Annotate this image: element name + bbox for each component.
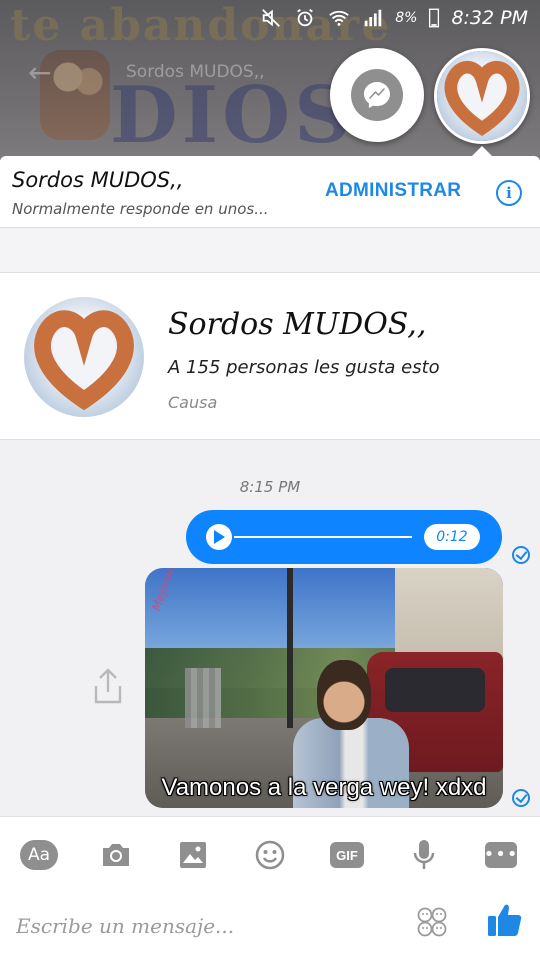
stickers-button[interactable] xyxy=(250,837,290,873)
audio-progress-track[interactable] xyxy=(234,536,412,538)
image-message-bubble[interactable]: Mejorando Vamonos a la verga wey! xdxd xyxy=(145,568,503,808)
delivered-check-icon xyxy=(512,789,530,807)
play-icon[interactable] xyxy=(206,524,232,550)
chat-header: Sordos MUDOS,, Normalmente responde en u… xyxy=(0,156,540,228)
mute-icon xyxy=(262,9,281,27)
gallery-button[interactable] xyxy=(173,837,213,873)
page-info-card: Sordos MUDOS,, A 155 personas les gusta … xyxy=(0,272,540,440)
page-category: Causa xyxy=(168,393,218,412)
gif-button[interactable]: GIF xyxy=(327,837,367,873)
conversation-top-spacer xyxy=(0,228,540,272)
alarm-icon xyxy=(297,8,314,27)
messenger-chathead[interactable] xyxy=(330,48,424,142)
wallpaper-blur-title: Sordos MUDOS,, xyxy=(126,62,265,82)
gif-icon: GIF xyxy=(330,842,364,868)
photo-pole xyxy=(287,568,293,728)
page-likes: A 155 personas les gusta esto xyxy=(168,357,440,378)
text-format-button[interactable]: Aa xyxy=(19,837,59,873)
share-icon[interactable] xyxy=(92,668,124,706)
delivered-check-icon xyxy=(512,546,530,564)
photo-pixelated-patch xyxy=(185,668,221,728)
page-name: Sordos MUDOS,, xyxy=(168,307,427,342)
chat-title[interactable]: Sordos MUDOS,, xyxy=(12,168,183,192)
message-composer xyxy=(0,892,540,960)
status-bar: 8% 8:32 PM xyxy=(240,0,540,36)
wifi-icon xyxy=(329,10,349,26)
contact-chathead-avatar[interactable] xyxy=(434,48,530,144)
back-arrow-icon: ← xyxy=(28,56,52,89)
message-timestamp: 8:15 PM xyxy=(239,478,301,496)
heart-hands-image xyxy=(24,297,144,417)
message-input[interactable] xyxy=(16,906,396,946)
wallpaper-dios-text: DIOS xyxy=(110,70,355,160)
camera-button[interactable] xyxy=(96,837,136,873)
voice-button[interactable] xyxy=(404,837,444,873)
composer-toolbar: Aa GIF ••• xyxy=(0,816,540,892)
more-button[interactable]: ••• xyxy=(481,837,521,873)
smiley-icon xyxy=(255,840,285,870)
info-icon[interactable]: i xyxy=(496,180,522,206)
page-avatar[interactable] xyxy=(24,297,144,417)
camera-icon xyxy=(103,844,129,866)
heart-hands-image xyxy=(437,51,527,141)
chat-subtitle: Normalmente responde en unos... xyxy=(12,200,269,218)
signal-icon xyxy=(364,9,382,27)
audio-message-bubble[interactable]: 0:12 xyxy=(186,510,502,564)
manage-button[interactable]: ADMINISTRAR xyxy=(325,180,461,202)
meme-caption: Vamonos a la verga wey! xdxd xyxy=(161,774,487,801)
microphone-icon xyxy=(413,840,435,869)
gallery-icon xyxy=(180,842,206,868)
photo-car-window xyxy=(385,668,485,712)
more-icon: ••• xyxy=(484,842,517,868)
thumbs-up-icon[interactable] xyxy=(484,900,524,940)
status-time: 8:32 PM xyxy=(451,7,528,29)
messenger-icon xyxy=(351,69,403,121)
battery-percent: 8% xyxy=(395,10,418,26)
emoji-icon[interactable] xyxy=(416,906,448,938)
battery-icon xyxy=(429,8,440,28)
audio-duration: 0:12 xyxy=(424,524,480,550)
photo-person-head xyxy=(317,660,371,730)
aa-icon: Aa xyxy=(20,840,58,870)
